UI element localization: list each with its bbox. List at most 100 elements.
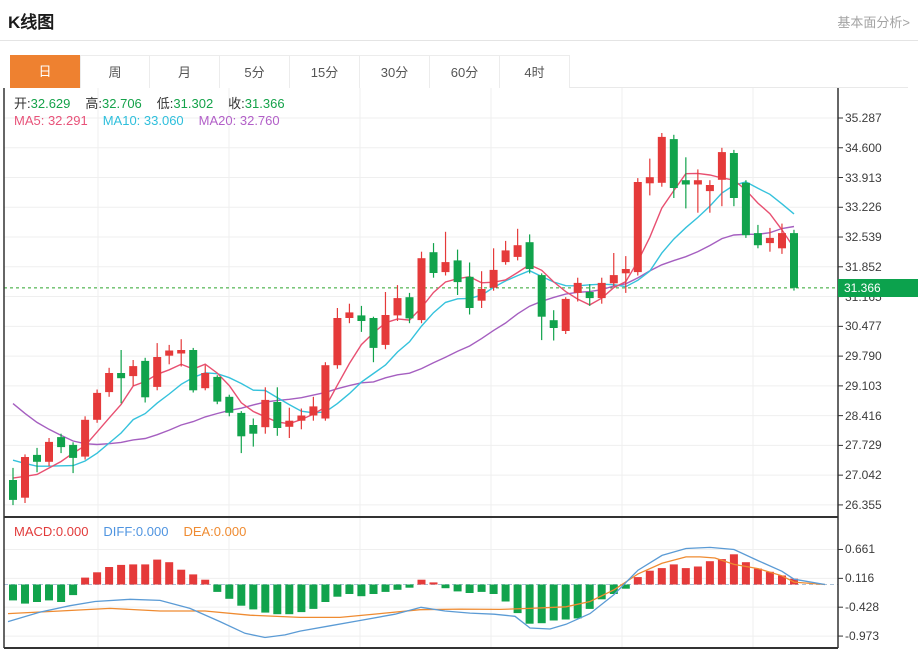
candle (105, 373, 113, 392)
candle (33, 455, 41, 462)
candle (382, 315, 390, 345)
dea-value: DEA:0.000 (183, 524, 246, 539)
candle (730, 153, 738, 198)
candle (562, 299, 570, 331)
candle (309, 406, 317, 415)
candle (718, 152, 726, 180)
ohlc-low: 低:31.302 (157, 93, 213, 112)
candle (706, 185, 714, 191)
price-tick-label: 33.226 (845, 200, 882, 214)
ohlc-high: 高:32.706 (85, 93, 141, 112)
candle (249, 425, 257, 434)
candle (670, 139, 678, 188)
candle (69, 445, 77, 458)
macd-tick-label: 0.116 (845, 571, 874, 585)
ohlc-legend: 开:32.629 高:32.706 低:31.302 收:31.366 (14, 93, 285, 112)
candle (129, 366, 137, 376)
candle (454, 260, 462, 282)
ma10-legend: MA10: 33.060 (103, 113, 184, 128)
candle (694, 180, 702, 184)
candle (406, 297, 414, 318)
candle (357, 315, 365, 321)
candle (586, 292, 594, 298)
ma20-line (13, 227, 794, 445)
ma10-line (13, 182, 794, 466)
candle (285, 421, 293, 427)
ma20-legend: MA20: 32.760 (199, 113, 280, 128)
candle (21, 457, 29, 498)
price-tick-label: 33.913 (845, 171, 882, 185)
candle (478, 289, 486, 301)
candle (189, 350, 197, 390)
candle (81, 420, 89, 457)
price-tick-label: 29.790 (845, 349, 882, 363)
candle (213, 377, 221, 402)
candle (57, 437, 65, 447)
candle (297, 416, 305, 421)
candle (153, 357, 161, 387)
macd-tick-label: -0.973 (845, 629, 879, 643)
price-tick-label: 31.852 (845, 260, 882, 274)
candle (45, 442, 53, 462)
candle (201, 373, 209, 388)
price-tick-label: 27.042 (845, 468, 882, 482)
candle (261, 400, 269, 427)
candle (9, 480, 17, 500)
candle (754, 233, 762, 245)
candle (622, 269, 630, 273)
candle (502, 250, 510, 262)
candle (442, 262, 450, 272)
candle (790, 233, 798, 288)
candle (237, 413, 245, 436)
candle (514, 245, 522, 257)
ma5-legend: MA5: 32.291 (14, 113, 88, 128)
candle (273, 402, 281, 428)
candle (490, 270, 498, 288)
macd-tick-label: -0.428 (845, 600, 879, 614)
candle (646, 177, 654, 183)
candle (418, 258, 426, 320)
candle (345, 312, 353, 318)
diff-value: DIFF:0.000 (103, 524, 168, 539)
macd-histogram (9, 554, 798, 623)
candle (165, 351, 173, 356)
candle (370, 318, 378, 348)
ma5-line (13, 173, 794, 478)
candle (321, 365, 329, 418)
ohlc-open: 开:32.629 (14, 93, 70, 112)
price-tick-label: 29.103 (845, 379, 882, 393)
price-tick-label: 30.477 (845, 319, 882, 333)
candle (177, 350, 185, 354)
price-tick-label: 28.416 (845, 409, 882, 423)
candle (117, 373, 125, 378)
candle (93, 393, 101, 420)
candle (466, 277, 474, 308)
diff-line (8, 547, 825, 637)
macd-tick-label: 0.661 (845, 542, 875, 556)
ohlc-close: 收:31.366 (228, 93, 284, 112)
candle (658, 137, 666, 183)
kline-widget: K线图 基本面分析> 日周月5分15分30分60分4时 开:32.629高:32… (0, 0, 918, 651)
price-tick-label: 26.355 (845, 498, 882, 512)
candle (610, 275, 618, 283)
candle (550, 320, 558, 328)
candle (598, 283, 606, 298)
candle (634, 182, 642, 272)
price-tick-label: 34.600 (845, 141, 882, 155)
ma-legend: MA5: 32.291 MA10: 33.060 MA20: 32.760 (14, 113, 280, 128)
macd-value: MACD:0.000 (14, 524, 88, 539)
candle (333, 318, 341, 365)
candle (538, 275, 546, 317)
price-tick-label: 32.539 (845, 230, 882, 244)
candle (778, 233, 786, 248)
candle (394, 298, 402, 315)
candle (742, 183, 750, 235)
candle (225, 397, 233, 413)
last-price-badge: 31.366 (838, 279, 918, 297)
candle (682, 180, 690, 184)
macd-legend: MACD:0.000 DIFF:0.000 DEA:0.000 (14, 524, 246, 539)
price-tick-label: 27.729 (845, 438, 882, 452)
price-tick-label: 35.287 (845, 111, 882, 125)
candle (141, 361, 149, 397)
candle (526, 242, 534, 269)
